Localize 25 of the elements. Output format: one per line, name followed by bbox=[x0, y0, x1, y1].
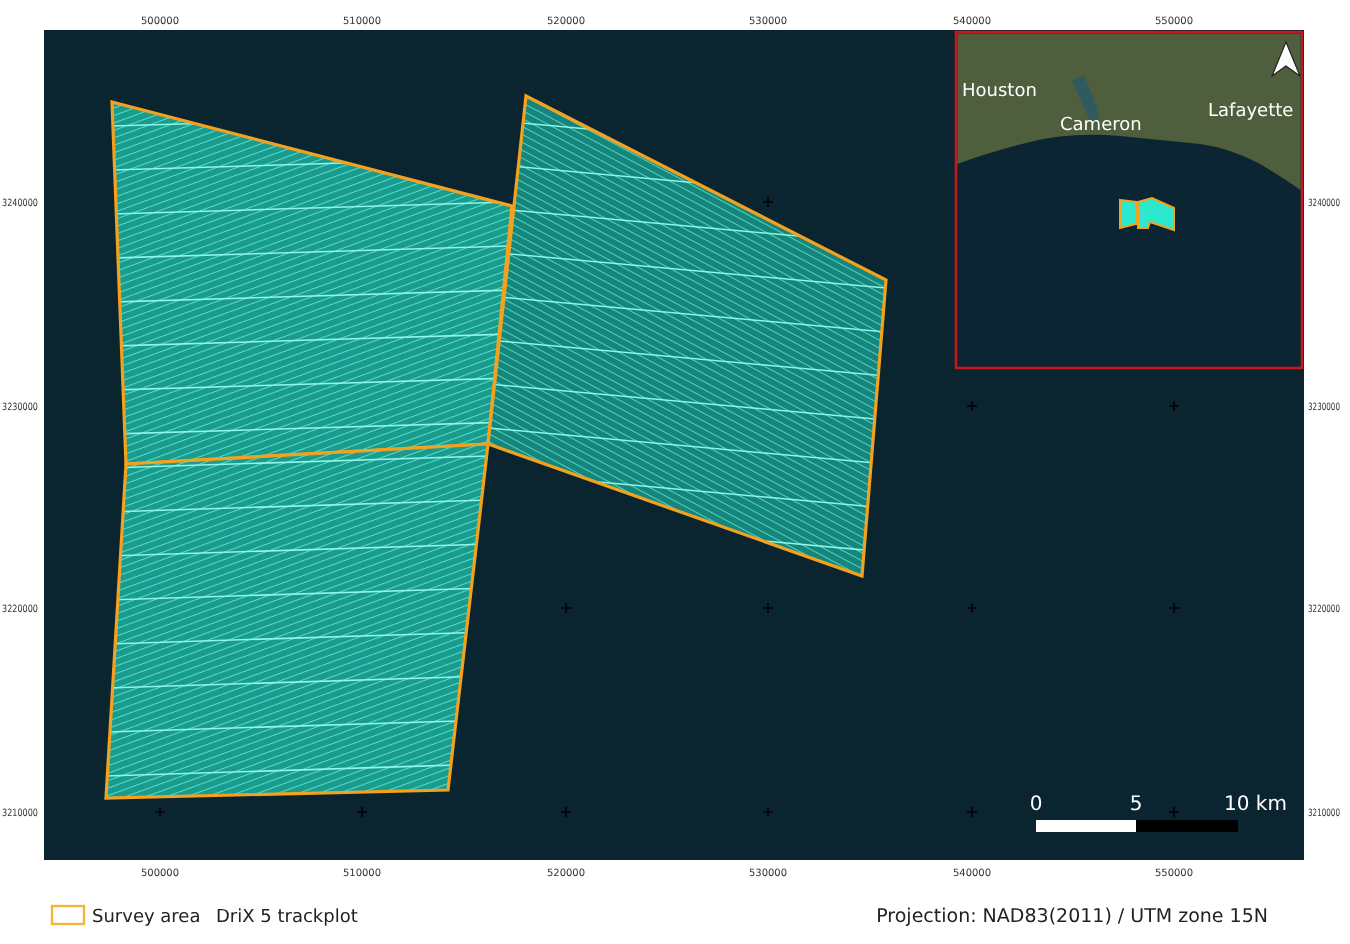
grid-cross-icon bbox=[560, 602, 572, 614]
grid-cross-icon bbox=[966, 806, 978, 818]
north-arrow-icon bbox=[1270, 40, 1302, 78]
legend-label: DriX 5 trackplot bbox=[216, 908, 358, 928]
grid-cross-icon bbox=[762, 806, 774, 818]
grid-cross-icon bbox=[560, 806, 572, 818]
grid-cross-icon bbox=[762, 196, 774, 208]
survey-area-swatch bbox=[50, 904, 86, 926]
city-label: Lafayette bbox=[1208, 102, 1294, 122]
legend-label: Survey area bbox=[92, 908, 201, 928]
grid-cross-icon bbox=[154, 806, 166, 818]
survey-area-locator-icon bbox=[1119, 196, 1175, 232]
grid-cross-icon bbox=[1168, 400, 1180, 412]
grid-cross-icon bbox=[1168, 602, 1180, 614]
scale-bar-label: 10 km bbox=[1224, 794, 1287, 816]
scale-bar-label: 0 bbox=[1029, 794, 1043, 816]
city-label: Cameron bbox=[1060, 116, 1142, 136]
grid-cross-icon bbox=[1168, 806, 1180, 818]
city-label: Houston bbox=[962, 82, 1037, 102]
grid-cross-icon bbox=[356, 806, 368, 818]
scale-bar-label: 5 bbox=[1129, 794, 1143, 816]
projection-label: Projection: NAD83(2011) / UTM zone 15N bbox=[876, 906, 1268, 928]
grid-cross-icon bbox=[762, 602, 774, 614]
grid-cross-icon bbox=[966, 400, 978, 412]
grid-cross-icon bbox=[966, 602, 978, 614]
